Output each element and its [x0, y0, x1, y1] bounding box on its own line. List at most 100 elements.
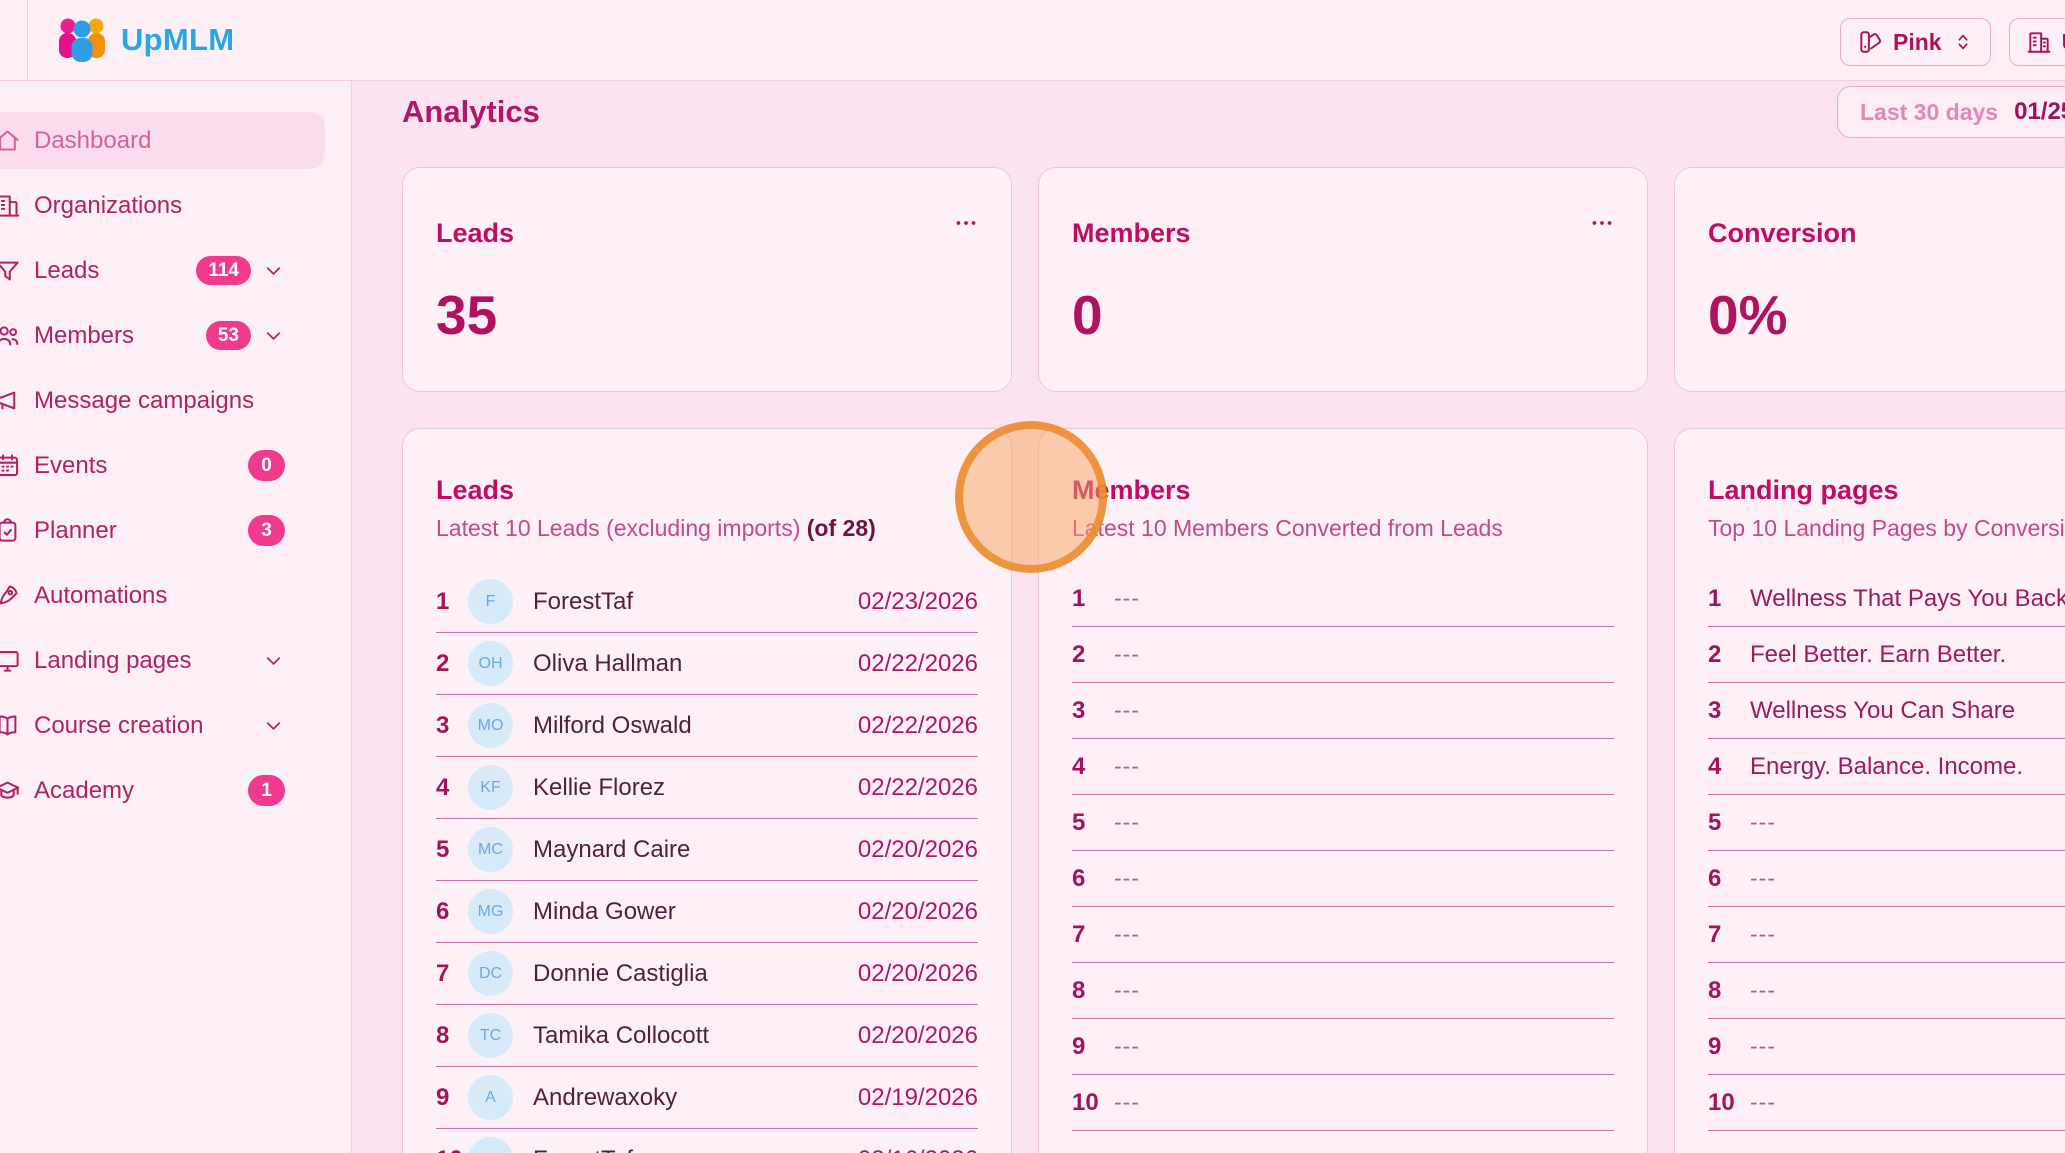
lead-date: 02/20/2026 — [858, 898, 978, 926]
sidebar-item-organizations[interactable]: Organizations — [0, 177, 325, 234]
avatar-initials: A — [485, 1089, 496, 1107]
chevron-down-icon[interactable] — [262, 714, 285, 737]
sidebar-item-events[interactable]: Events 0 — [0, 437, 325, 494]
lead-row[interactable]: 9 A Andrewaxoky 02/19/2026 — [436, 1067, 978, 1129]
stat-card-value: 0 — [1072, 283, 1614, 347]
topbar-divider — [27, 0, 28, 80]
sidebar-item-course-creation[interactable]: Course creation — [0, 697, 325, 754]
brand-logo[interactable]: UpMLM — [55, 17, 234, 63]
card-menu-button[interactable] — [1585, 210, 1619, 236]
stat-card-value: 0% — [1708, 283, 2065, 347]
lead-row[interactable]: 5 MC Maynard Caire 02/20/2026 — [436, 819, 978, 881]
landing-page-row[interactable]: 3 Wellness You Can Share — [1708, 683, 2065, 739]
member-row[interactable]: 5 --- — [1072, 795, 1614, 851]
member-row[interactable]: 7 --- — [1072, 907, 1614, 963]
lead-row[interactable]: 1 F ForestTaf 02/23/2026 — [436, 571, 978, 633]
member-name: --- — [1114, 585, 1140, 612]
lead-date: 02/20/2026 — [858, 1022, 978, 1050]
landing-page-row[interactable]: 6 --- — [1708, 851, 2065, 907]
sidebar-item-planner[interactable]: Planner 3 — [0, 502, 325, 559]
landing-page-row[interactable]: 1 Wellness That Pays You Back — [1708, 571, 2065, 627]
lead-date: 02/22/2026 — [858, 774, 978, 802]
member-row[interactable]: 8 --- — [1072, 963, 1614, 1019]
landing-page-row[interactable]: 9 --- — [1708, 1019, 2065, 1075]
member-row[interactable]: 2 --- — [1072, 627, 1614, 683]
organization-label: U — [2062, 29, 2065, 56]
sidebar-item-label: Members — [34, 322, 134, 350]
clipboard-icon — [0, 517, 21, 544]
sidebar-item-message-campaigns[interactable]: Message campaigns — [0, 372, 325, 429]
member-row[interactable]: 9 --- — [1072, 1019, 1614, 1075]
lead-row[interactable]: 4 KF Kellie Florez 02/22/2026 — [436, 757, 978, 819]
lead-date: 02/19/2026 — [858, 1084, 978, 1112]
sidebar-item-automations[interactable]: Automations — [0, 567, 325, 624]
chevron-down-icon[interactable] — [262, 649, 285, 672]
lead-name: Minda Gower — [533, 898, 676, 926]
row-rank: 6 — [1072, 865, 1104, 893]
sidebar-item-label: Message campaigns — [34, 387, 254, 415]
card-menu-button[interactable] — [949, 210, 983, 236]
list-card-subtitle: Latest 10 Leads (excluding imports) (of … — [436, 515, 978, 542]
avatar: TC — [468, 1013, 513, 1058]
brand-name: UpMLM — [121, 22, 234, 58]
organization-switcher-button[interactable]: U — [2009, 18, 2065, 66]
lead-date: 02/16/2026 — [858, 1146, 978, 1153]
row-rank: 5 — [1072, 809, 1104, 837]
landing-pages-list: 1 Wellness That Pays You Back 2 Feel Bet… — [1708, 571, 2065, 1131]
leads-list: 1 F ForestTaf 02/23/2026 2 OH Oliva Hall… — [436, 571, 978, 1153]
member-row[interactable]: 3 --- — [1072, 683, 1614, 739]
row-rank: 8 — [436, 1022, 468, 1050]
member-name: --- — [1114, 1089, 1140, 1116]
landing-page-row[interactable]: 4 Energy. Balance. Income. — [1708, 739, 2065, 795]
lead-row[interactable]: 2 OH Oliva Hallman 02/22/2026 — [436, 633, 978, 695]
lead-row[interactable]: 8 TC Tamika Collocott 02/20/2026 — [436, 1005, 978, 1067]
avatar: F — [468, 579, 513, 624]
landing-page-row[interactable]: 5 --- — [1708, 795, 2065, 851]
stat-card-title: Conversion — [1708, 218, 2065, 249]
lead-row[interactable]: 7 DC Donnie Castiglia 02/20/2026 — [436, 943, 978, 1005]
theme-select-button[interactable]: Pink — [1840, 18, 1991, 66]
row-rank: 7 — [1072, 921, 1104, 949]
lead-row[interactable]: 10 F ForestTaf 02/16/2026 — [436, 1129, 978, 1153]
lead-name: Donnie Castiglia — [533, 960, 708, 988]
member-name: --- — [1114, 697, 1140, 724]
lead-row[interactable]: 6 MG Minda Gower 02/20/2026 — [436, 881, 978, 943]
row-rank: 10 — [436, 1146, 468, 1153]
chevron-down-icon[interactable] — [262, 324, 285, 347]
landing-page-name: Energy. Balance. Income. — [1750, 753, 2023, 781]
row-rank: 6 — [1708, 865, 1740, 893]
academy-count-badge: 1 — [248, 775, 285, 806]
row-rank: 7 — [436, 960, 468, 988]
date-range-filter-button[interactable]: Last 30 days 01/25/20 — [1837, 86, 2065, 138]
landing-page-row[interactable]: 2 Feel Better. Earn Better. — [1708, 627, 2065, 683]
landing-page-row[interactable]: 7 --- — [1708, 907, 2065, 963]
book-icon — [0, 712, 21, 739]
landing-page-row[interactable]: 10 --- — [1708, 1075, 2065, 1131]
row-rank: 9 — [436, 1084, 468, 1112]
member-row[interactable]: 1 --- — [1072, 571, 1614, 627]
member-row[interactable]: 6 --- — [1072, 851, 1614, 907]
stat-card-leads: Leads 35 — [402, 167, 1012, 392]
monitor-icon — [0, 647, 21, 674]
list-card-landing-pages: Landing pages Top 10 Landing Pages by Co… — [1674, 428, 2065, 1153]
row-rank: 10 — [1072, 1089, 1104, 1117]
member-name: --- — [1114, 977, 1140, 1004]
sidebar-item-members[interactable]: Members 53 — [0, 307, 325, 364]
avatar: MC — [468, 827, 513, 872]
building-icon — [0, 192, 21, 219]
sidebar: Dashboard Organizations Leads 114 Member… — [0, 80, 352, 1153]
avatar-initials: MO — [478, 717, 504, 735]
sidebar-item-landing-pages[interactable]: Landing pages — [0, 632, 325, 689]
landing-page-row[interactable]: 8 --- — [1708, 963, 2065, 1019]
sidebar-item-leads[interactable]: Leads 114 — [0, 242, 325, 299]
sidebar-item-dashboard[interactable]: Dashboard — [0, 112, 325, 169]
lead-row[interactable]: 3 MO Milford Oswald 02/22/2026 — [436, 695, 978, 757]
member-row[interactable]: 10 --- — [1072, 1075, 1614, 1131]
sidebar-item-academy[interactable]: Academy 1 — [0, 762, 325, 819]
landing-page-name: --- — [1750, 921, 1776, 948]
row-rank: 9 — [1708, 1033, 1740, 1061]
landing-page-name: Feel Better. Earn Better. — [1750, 641, 2006, 669]
landing-page-name: --- — [1750, 1033, 1776, 1060]
member-row[interactable]: 4 --- — [1072, 739, 1614, 795]
chevron-down-icon[interactable] — [262, 259, 285, 282]
